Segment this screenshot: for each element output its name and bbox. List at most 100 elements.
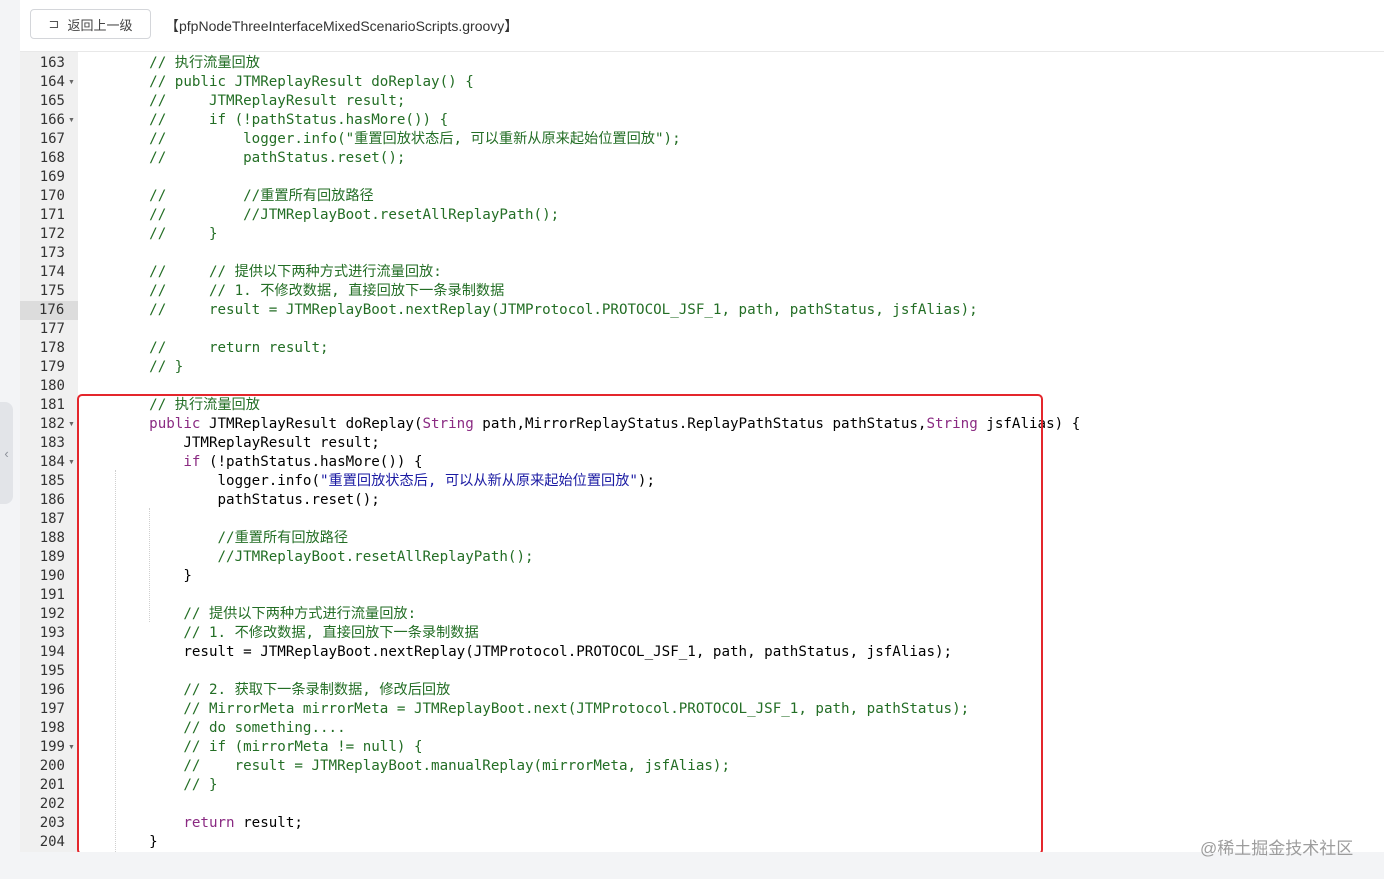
code-line: 181 // 执行流量回放 — [20, 396, 1384, 415]
code-text: // 1. 不修改数据, 直接回放下一条录制数据 — [115, 624, 479, 643]
code-line: 198 // do something.... — [20, 719, 1384, 738]
comment-token: // result = JTMReplayBoot.manualReplay(m… — [115, 758, 730, 774]
bottom-strip — [0, 852, 1384, 879]
code-line: 195 — [20, 662, 1384, 681]
line-number: 166 — [39, 112, 65, 128]
back-button[interactable]: ⊐ 返回上一级 — [30, 9, 151, 39]
return-arrow-icon: ⊐ — [48, 16, 60, 31]
comment-token: // 1. 不修改数据, 直接回放下一条录制数据 — [115, 625, 479, 641]
code-line: 179 // } — [20, 358, 1384, 377]
code-line: 202 — [20, 795, 1384, 814]
line-number: 197 — [39, 701, 65, 717]
code-line: 196 // 2. 获取下一条录制数据, 修改后回放 — [20, 681, 1384, 700]
indent-guide — [149, 508, 150, 622]
indent-guide — [115, 470, 116, 852]
code-line: 199 ▼ // if (mirrorMeta != null) { — [20, 738, 1384, 757]
keyword-token: if — [183, 454, 201, 470]
code-line: 187 — [20, 510, 1384, 529]
code-line: 168 // pathStatus.reset(); — [20, 149, 1384, 168]
code-text: return result; — [115, 814, 303, 833]
code-text: // } — [115, 358, 183, 377]
code-line: 200 // result = JTMReplayBoot.manualRepl… — [20, 757, 1384, 776]
code-text: // do something.... — [115, 719, 345, 738]
code-line: 178 // return result; — [20, 339, 1384, 358]
code-line: 176 // result = JTMReplayBoot.nextReplay… — [20, 301, 1384, 320]
code-line: 183 JTMReplayResult result; — [20, 434, 1384, 453]
code-line: 204 } — [20, 833, 1384, 852]
code-token: (!pathStatus.hasMore()) { — [200, 454, 423, 470]
fold-toggle-icon[interactable]: ▼ — [68, 73, 75, 92]
code-text: // result = JTMReplayBoot.manualReplay(m… — [115, 757, 730, 776]
fold-toggle-icon[interactable]: ▼ — [68, 111, 75, 130]
code-line: 170 // //重置所有回放路径 — [20, 187, 1384, 206]
line-number: 186 — [39, 492, 65, 508]
code-text: } — [115, 833, 158, 852]
line-number: 172 — [39, 226, 65, 242]
code-text: // } — [115, 776, 218, 795]
code-line: 165 // JTMReplayResult result; — [20, 92, 1384, 111]
code-text: // 提供以下两种方式进行流量回放: — [115, 605, 416, 624]
code-token: logger.info( — [115, 473, 320, 489]
line-number: 196 — [39, 682, 65, 698]
code-line: 173 — [20, 244, 1384, 263]
comment-token: // //JTMReplayBoot.resetAllReplayPath(); — [115, 207, 560, 223]
code-text: if (!pathStatus.hasMore()) { — [115, 453, 423, 472]
line-number: 165 — [39, 93, 65, 109]
code-line: 189 //JTMReplayBoot.resetAllReplayPath()… — [20, 548, 1384, 567]
comment-token: // } — [115, 777, 218, 793]
code-text: //JTMReplayBoot.resetAllReplayPath(); — [115, 548, 533, 567]
code-text: logger.info("重置回放状态后, 可以从新从原来起始位置回放"); — [115, 472, 655, 491]
code-line: 180 — [20, 377, 1384, 396]
sidebar-collapse-handle[interactable]: ‹ — [0, 402, 13, 504]
code-line: 186 pathStatus.reset(); — [20, 491, 1384, 510]
line-number: 169 — [39, 169, 65, 185]
fold-toggle-icon[interactable]: ▼ — [68, 453, 75, 472]
line-number: 199 — [39, 739, 65, 755]
code-token: result = JTMReplayBoot.nextReplay(JTMPro… — [115, 644, 953, 660]
line-number: 198 — [39, 720, 65, 736]
comment-token: // return result; — [115, 340, 329, 356]
line-number: 175 — [39, 283, 65, 299]
code-token: path,MirrorReplayStatus.ReplayPathStatus… — [473, 416, 927, 432]
code-text: // return result; — [115, 339, 329, 358]
code-token: JTMReplayResult doReplay( — [200, 416, 423, 432]
line-number: 202 — [39, 796, 65, 812]
code-text: // public JTMReplayResult doReplay() { — [115, 73, 474, 92]
code-token: ); — [637, 473, 656, 489]
comment-token: // // 1. 不修改数据, 直接回放下一条录制数据 — [115, 283, 505, 299]
line-number: 190 — [39, 568, 65, 584]
code-line: 175 // // 1. 不修改数据, 直接回放下一条录制数据 — [20, 282, 1384, 301]
fold-toggle-icon[interactable]: ▼ — [68, 415, 75, 434]
code-text: // 执行流量回放 — [115, 54, 260, 73]
comment-token: // public JTMReplayResult doReplay() { — [115, 74, 474, 90]
line-number: 164 — [39, 74, 65, 90]
code-line: 164 ▼ // public JTMReplayResult doReplay(… — [20, 73, 1384, 92]
comment-token: // JTMReplayResult result; — [115, 93, 406, 109]
string-token: "重置回放状态后, 可以从新从原来起始位置回放" — [320, 473, 638, 489]
code-line: 193 // 1. 不修改数据, 直接回放下一条录制数据 — [20, 624, 1384, 643]
code-token: jsfAlias) { — [977, 416, 1081, 432]
watermark: @稀土掘金技术社区 — [1200, 839, 1354, 858]
line-number: 195 — [39, 663, 65, 679]
code-text: // // 1. 不修改数据, 直接回放下一条录制数据 — [115, 282, 504, 301]
line-number: 167 — [39, 131, 65, 147]
keyword-token: return — [183, 815, 235, 831]
comment-token: // 提供以下两种方式进行流量回放: — [115, 606, 417, 622]
fold-toggle-icon[interactable]: ▼ — [68, 738, 75, 757]
code-text: // 执行流量回放 — [115, 396, 260, 415]
comment-token: // result = JTMReplayBoot.nextReplay(JTM… — [115, 302, 978, 318]
comment-token: // 执行流量回放 — [115, 55, 260, 71]
code-text: // if (mirrorMeta != null) { — [115, 738, 422, 757]
line-number: 183 — [39, 435, 65, 451]
code-line: 177 — [20, 320, 1384, 339]
line-number: 189 — [39, 549, 65, 565]
keyword-token: String — [422, 416, 474, 432]
line-number: 184 — [39, 454, 65, 470]
line-number: 194 — [39, 644, 65, 660]
line-number: 170 — [39, 188, 65, 204]
code-editor[interactable]: 163 // 执行流量回放 164 ▼ // public JTMReplayRes… — [20, 52, 1384, 852]
code-line: 169 — [20, 168, 1384, 187]
code-text: public JTMReplayResult doReplay(String p… — [115, 415, 1080, 434]
